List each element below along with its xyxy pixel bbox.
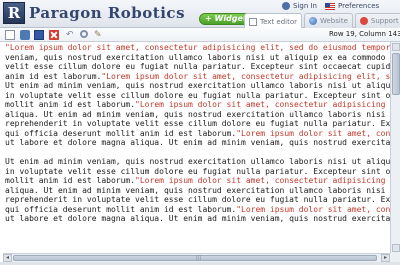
text-segment: in voluptate velit esse cillum dolore eu… (5, 166, 390, 176)
text-segment: veniam, quis nostrud exercitation ullamc… (5, 52, 386, 62)
text-segment: qui officia deserunt mollit anim id est … (5, 128, 237, 138)
vertical-scrollbar[interactable] (390, 42, 400, 253)
text-line: in voluptate velit esse cillum dolore eu… (5, 91, 390, 101)
text-line: reprehenderit in voluptate velit esse ci… (5, 119, 390, 129)
scroll-left-button[interactable]: ◂ (3, 254, 12, 262)
tab-text-editor[interactable]: Text editor (244, 13, 302, 29)
text-segment: reprehenderit in voluptate velit esse ci… (5, 195, 390, 204)
text-line: reprehenderit in voluptate velit esse ci… (5, 195, 390, 205)
text-line: ut labore et dolore magna aliqua. Ut eni… (5, 214, 390, 224)
text-segment: mollit anim id est laborum. (5, 100, 136, 109)
text-line: mollit anim id est laborum."Lorem ipsum … (5, 100, 390, 110)
text-segment: anim id est laborum. (5, 71, 102, 81)
highlighted-text: "Lorem ipsum dolor sit amet, consectetur… (236, 128, 390, 138)
top-links: Sign In Preferences (282, 1, 387, 11)
tools-icon[interactable]: ✎ (94, 30, 104, 40)
text-segment: mollit anim id est laborum. (5, 176, 136, 185)
globe-icon (308, 17, 317, 25)
text-line: aliqua. Ut enim ad minim veniam, quis no… (5, 186, 390, 196)
new-file-icon[interactable] (5, 30, 15, 40)
logo-text: Paragon Robotics (29, 4, 186, 22)
app-header: R Paragon Robotics + Widget Sign In Pref… (0, 0, 400, 29)
text-line: ut labore et dolore magna aliqua. Ut eni… (5, 138, 390, 148)
preferences-link[interactable]: Preferences (325, 2, 379, 10)
text-segment: aliqua. Ut enim ad minim veniam, quis no… (5, 185, 386, 195)
preferences-label: Preferences (338, 2, 380, 10)
tab-bar: Text editor Website Support (244, 13, 400, 29)
text-line: anim id est laborum."Lorem ipsum dolor s… (5, 72, 390, 82)
horizontal-scrollbar[interactable]: ◂ ||| ▸ (3, 253, 390, 262)
tab-website[interactable]: Website (303, 13, 353, 28)
highlighted-text: "Lorem ipsum dolor sit amet, consectetur… (236, 204, 390, 214)
highlighted-text: "Lorem ipsum dolor sit amet, consectetur… (135, 176, 386, 185)
close-icon[interactable] (49, 30, 59, 40)
text-paragraph: "Lorem ipsum dolor sit amet, consectetur… (5, 43, 390, 148)
search-icon[interactable] (80, 30, 88, 38)
text-line: Ut enim ad minim veniam, quis nostrud ex… (5, 81, 390, 91)
sign-in-link[interactable]: Sign In (282, 2, 317, 10)
scroll-up-button[interactable] (392, 43, 400, 51)
tab-support[interactable]: Support (354, 13, 400, 28)
user-icon (282, 2, 290, 10)
highlighted-text: "Lorem ipsum dolor sit amet, consectetur… (101, 71, 390, 81)
open-icon[interactable] (20, 30, 30, 40)
vertical-scroll-thumb[interactable] (392, 53, 400, 95)
text-segment: velit esse cillum dolore eu fugiat nulla… (5, 62, 390, 71)
text-segment: aliqua. Ut enim ad minim veniam, quis no… (5, 109, 386, 119)
tab-label: Support (370, 17, 399, 25)
horizontal-scroll-thumb[interactable]: ||| (13, 255, 377, 261)
text-segment: qui officia deserunt mollit anim id est … (5, 204, 237, 214)
highlighted-text: "Lorem ipsum dolor sit amet, consectetur… (5, 43, 390, 52)
text-line: in voluptate velit esse cillum dolore eu… (5, 167, 390, 177)
cursor-position: Row 19, Column 143 (329, 30, 400, 38)
scroll-right-button[interactable]: ▸ (381, 254, 390, 262)
tab-label: Website (319, 17, 348, 25)
text-segment: Ut enim ad minim veniam, quis nostrud ex… (5, 81, 390, 90)
text-line: velit esse cillum dolore eu fugiat nulla… (5, 62, 390, 72)
text-line: veniam, quis nostrud exercitation ullamc… (5, 53, 390, 63)
scroll-grip: ||| (196, 255, 202, 261)
flag-icon (325, 2, 335, 10)
sign-in-label: Sign In (293, 2, 317, 10)
text-line: aliqua. Ut enim ad minim veniam, quis no… (5, 110, 390, 120)
undo-icon[interactable]: ↶ (66, 30, 76, 40)
text-segment: in voluptate velit esse cillum dolore eu… (5, 90, 390, 100)
text-segment: ut labore et dolore magna aliqua. Ut eni… (5, 214, 390, 223)
text-paragraph: Ut enim ad minim veniam, quis nostrud ex… (5, 157, 390, 224)
text-segment: ut labore et dolore magna aliqua. Ut eni… (5, 138, 390, 147)
text-line: qui officia deserunt mollit anim id est … (5, 129, 390, 139)
logo-mark: R (3, 2, 25, 24)
logo: R Paragon Robotics (3, 2, 185, 24)
text-editor-area[interactable]: "Lorem ipsum dolor sit amet, consectetur… (3, 42, 390, 253)
text-line: mollit anim id est laborum."Lorem ipsum … (5, 176, 390, 186)
text-segment: reprehenderit in voluptate velit esse ci… (5, 119, 390, 128)
document-icon (249, 17, 257, 26)
stop-icon (359, 17, 368, 25)
tab-label: Text editor (260, 17, 297, 26)
text-line: "Lorem ipsum dolor sit amet, consectetur… (5, 43, 390, 53)
editor-toolbar: ↶ ✎ Row 19, Column 143 (0, 28, 400, 42)
text-segment: Ut enim ad minim veniam, quis nostrud ex… (5, 157, 390, 166)
text-line: Ut enim ad minim veniam, quis nostrud ex… (5, 157, 390, 167)
highlighted-text: "Lorem ipsum dolor sit amet, consectetur… (135, 100, 386, 109)
save-icon[interactable] (34, 30, 44, 40)
text-line: qui officia deserunt mollit anim id est … (5, 205, 390, 215)
scroll-down-button[interactable] (392, 244, 400, 252)
